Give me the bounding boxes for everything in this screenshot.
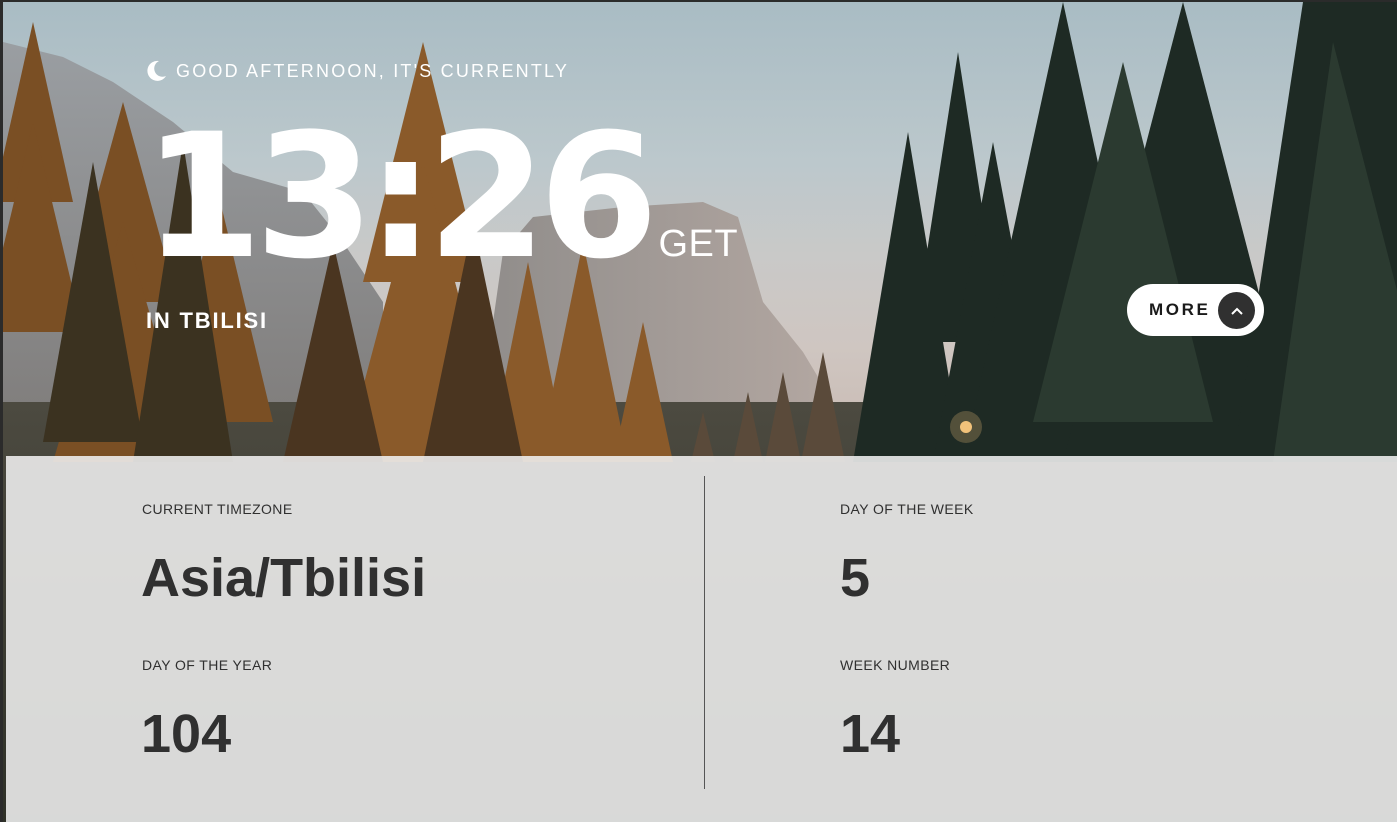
week-number-value: 14 xyxy=(840,704,901,764)
week-number-label: WEEK NUMBER xyxy=(840,657,951,673)
panel-divider xyxy=(704,476,705,789)
location: IN TBILISI xyxy=(146,308,268,333)
day-of-week-label: DAY OF THE WEEK xyxy=(840,501,974,517)
more-button-label: MORE xyxy=(1149,300,1211,319)
current-timezone-value: Asia/Tbilisi xyxy=(141,548,427,608)
app-window: GOOD AFTERNOON, IT'S CURRENTLY 13:26 GET… xyxy=(0,0,1397,822)
chevron-up-icon xyxy=(1218,292,1255,329)
day-of-year-label: DAY OF THE YEAR xyxy=(142,657,273,673)
clock-time: 13:26 xyxy=(143,96,658,297)
moon-icon xyxy=(144,59,168,83)
current-time: 13:26 GET xyxy=(143,102,738,292)
greeting: GOOD AFTERNOON, IT'S CURRENTLY xyxy=(144,59,569,83)
current-timezone-label: CURRENT TIMEZONE xyxy=(142,501,293,517)
timezone-abbreviation: GET xyxy=(658,223,739,265)
day-of-week-value: 5 xyxy=(840,548,871,608)
details-panel: CURRENT TIMEZONE Asia/Tbilisi DAY OF THE… xyxy=(6,456,1397,822)
day-of-year-value: 104 xyxy=(141,704,232,764)
more-button[interactable]: MORE xyxy=(1127,284,1264,336)
greeting-text: GOOD AFTERNOON, IT'S CURRENTLY xyxy=(176,60,570,81)
